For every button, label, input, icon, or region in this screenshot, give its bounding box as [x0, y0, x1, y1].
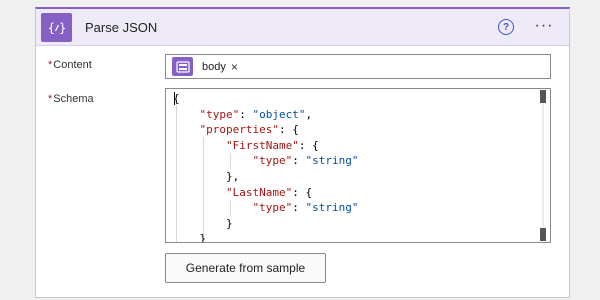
content-label: *Content [48, 59, 92, 71]
generate-from-sample-button[interactable]: Generate from sample [165, 253, 326, 283]
schema-editor[interactable]: { "type": "object", "properties": { "Fir… [165, 88, 551, 243]
code-line: { [173, 92, 180, 105]
code-line: "LastName": { [225, 185, 313, 199]
card-title: Parse JSON [85, 20, 158, 35]
more-options-icon[interactable]: ··· [533, 17, 555, 35]
scroll-track [542, 103, 544, 228]
code-line: "FirstName": { [225, 138, 319, 152]
schema-scrollbar[interactable] [538, 89, 550, 242]
content-label-text: Content [53, 59, 92, 71]
code-line: }, [173, 169, 240, 183]
schema-label: *Schema [48, 93, 94, 105]
content-input[interactable]: body × [165, 54, 551, 79]
code-line: "properties": { [199, 123, 299, 137]
help-icon[interactable]: ? [498, 19, 514, 35]
scroll-thumb[interactable] [540, 228, 546, 241]
token-label: body [202, 60, 226, 73]
scroll-thumb[interactable] [540, 90, 546, 103]
code-line: "type": "object", [199, 107, 313, 121]
code-line: "type": "string" [252, 201, 359, 215]
trigger-icon [172, 57, 193, 76]
text-cursor [174, 92, 175, 105]
required-marker: * [48, 59, 53, 71]
required-marker: * [48, 93, 53, 105]
code-line: } [173, 232, 207, 243]
token-remove-icon[interactable]: × [231, 60, 238, 74]
curly-braces-icon: { } [47, 21, 66, 35]
parse-json-action-icon: { } [41, 13, 72, 42]
code-line: "type": "string" [252, 154, 359, 168]
body-token[interactable]: body × [172, 57, 244, 76]
card-header[interactable]: { } Parse JSON ? ··· [36, 9, 569, 46]
schema-label-text: Schema [53, 93, 94, 105]
schema-code: { "type": "object", "properties": { "Fir… [173, 91, 359, 243]
code-line: } [173, 216, 233, 230]
parse-json-card: { } Parse JSON ? ··· *Content body × *Sc… [35, 7, 570, 298]
